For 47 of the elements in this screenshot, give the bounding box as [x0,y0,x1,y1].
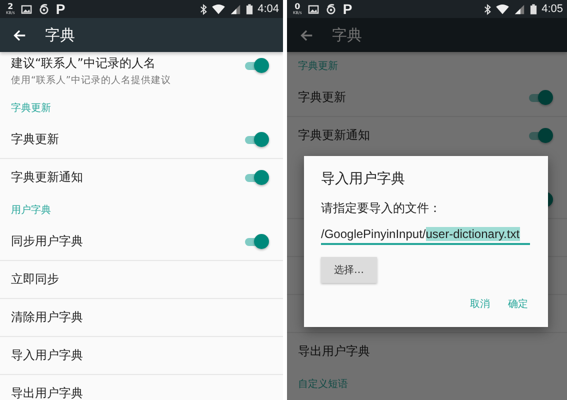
setting-label[interactable]: 导出用户字典 [298,343,370,360]
clock-time: 4:04 [258,3,279,15]
signal-icon [230,4,241,14]
setting-label[interactable]: 导入用户字典 [11,347,83,364]
toggle-switch[interactable] [245,170,269,185]
toggle-switch[interactable] [245,58,269,73]
toggle-switch[interactable] [245,234,269,248]
file-path-field[interactable]: /GooglePinyinInput/user-dictionary.txt [321,227,530,245]
back-arrow-icon[interactable] [12,28,27,42]
section-header: 自定义短语 [298,378,348,391]
bluetooth-icon [484,4,491,14]
app-letter: P [56,1,66,17]
swirl-icon [324,3,337,15]
setting-description: 使用“联系人”中记录的人名提供建议 [11,74,171,87]
setting-label[interactable]: 立即同步 [11,271,59,288]
image-icon [308,4,319,14]
signal-icon [514,4,525,14]
setting-label[interactable]: 建议“联系人”中记录的人名 [11,55,171,72]
section-header: 字典更新 [11,102,51,115]
battery-icon [246,4,253,14]
swirl-icon [38,3,50,15]
toggle-switch[interactable] [529,128,553,143]
setting-label[interactable]: 字典更新 [11,130,59,148]
network-speed: 2 [8,3,14,11]
toggle-switch[interactable] [245,132,269,146]
section-header: 字典更新 [298,60,338,73]
dialog-message: 请指定要导入的文件： [321,200,442,217]
section-header: 用户字典 [11,204,51,217]
clock-time: 4:05 [542,3,563,15]
setting-label[interactable]: 导出用户字典 [11,385,83,400]
toolbar-title: 字典 [45,26,75,44]
toolbar-title: 字典 [332,26,362,44]
battery-icon [530,4,537,14]
dialog-title: 导入用户字典 [321,170,406,188]
network-speed: 0 [294,3,300,11]
bluetooth-icon [200,4,207,14]
setting-label[interactable]: 字典更新 [298,88,346,106]
app-letter: P [342,1,352,17]
wifi-icon [212,4,225,14]
choose-button[interactable]: 选择… [321,257,377,283]
image-icon [20,4,32,14]
toggle-switch[interactable] [529,90,553,104]
setting-label[interactable]: 同步用户字典 [11,232,83,250]
setting-label[interactable]: 字典更新通知 [298,127,370,144]
wifi-icon [496,4,509,14]
setting-label[interactable]: 清除用户字典 [11,309,83,326]
setting-label[interactable]: 字典更新通知 [11,169,83,186]
